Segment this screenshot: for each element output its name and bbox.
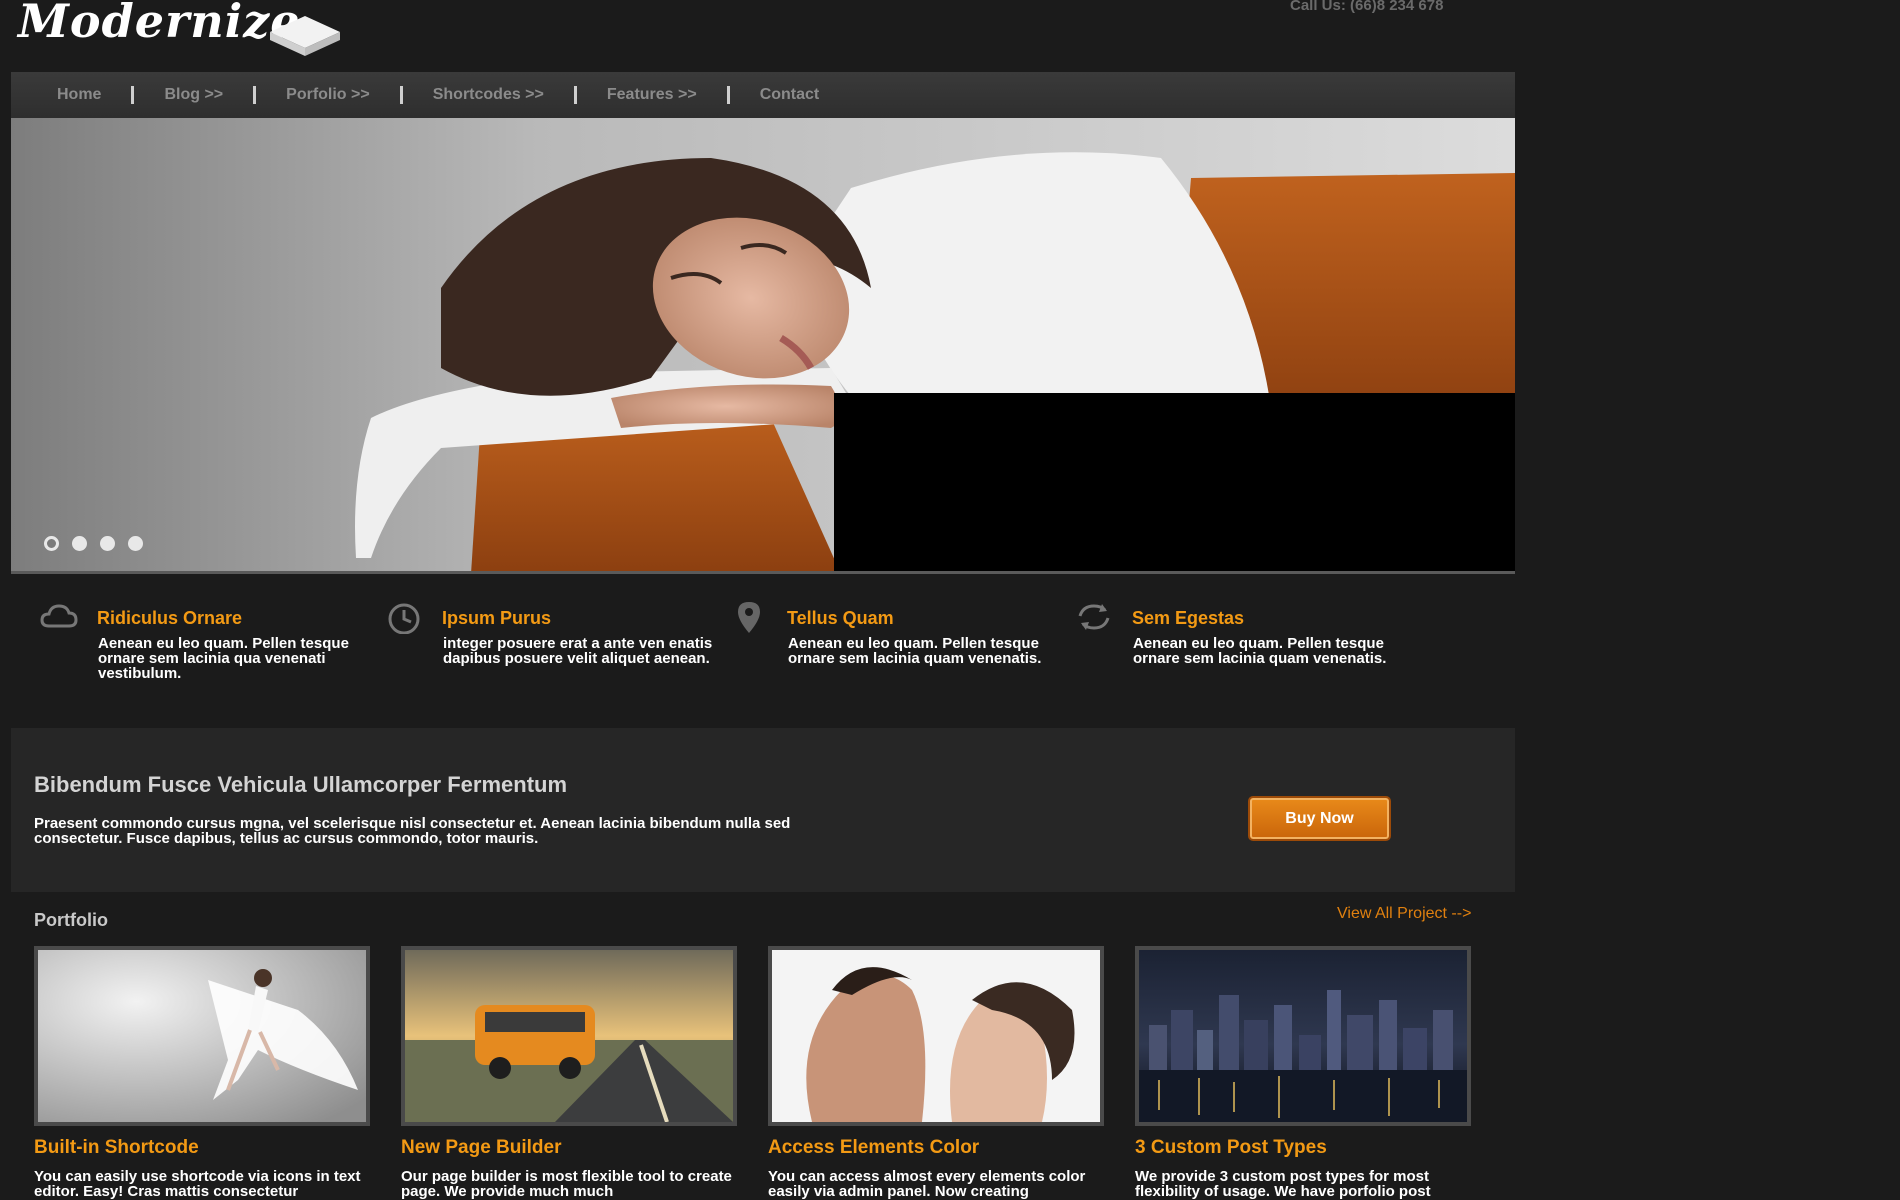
view-all-projects-link[interactable]: View All Project --> xyxy=(1337,905,1471,923)
buy-now-button[interactable]: Buy Now xyxy=(1248,796,1391,841)
slide-caption-box xyxy=(834,393,1515,571)
portfolio-item-title[interactable]: Access Elements Color xyxy=(768,1137,1108,1159)
feature-title: Tellus Quam xyxy=(787,608,894,628)
city-night-image xyxy=(1139,950,1467,1122)
portfolio-thumbnail[interactable] xyxy=(768,946,1104,1126)
feature-title: Ridiculus Ornare xyxy=(97,608,243,628)
features-row: Ridiculus Ornare Aenean eu leo quam. Pel… xyxy=(36,598,1516,688)
cloud-icon xyxy=(40,604,78,628)
main-nav: Home Blog >> Porfolio >> Shortcodes >> F… xyxy=(11,72,1515,118)
couple-image xyxy=(772,950,1100,1122)
portfolio-item: Access Elements Color You can access alm… xyxy=(768,946,1108,1199)
nav-features[interactable]: Features >> xyxy=(607,86,697,104)
site-logo[interactable]: Modernize xyxy=(18,0,301,48)
portfolio-item: New Page Builder Our page builder is mos… xyxy=(401,946,741,1199)
feature-title: Ipsum Purus xyxy=(442,608,552,628)
slider-dot[interactable] xyxy=(100,536,115,551)
portfolio-thumbnail[interactable] xyxy=(401,946,737,1126)
map-pin-icon xyxy=(738,602,760,633)
nav-divider xyxy=(131,86,135,104)
portfolio-item: 3 Custom Post Types We provide 3 custom … xyxy=(1135,946,1475,1199)
nav-divider xyxy=(253,86,257,104)
feature-title: Sem Egestas xyxy=(1132,608,1245,628)
bus-image xyxy=(405,950,733,1122)
portfolio-item-text: You can access almost every elements col… xyxy=(768,1168,1086,1200)
nav-divider xyxy=(399,86,403,104)
portfolio-item-title[interactable]: Built-in Shortcode xyxy=(34,1137,374,1159)
clock-icon xyxy=(388,603,420,634)
portfolio-thumbnail[interactable] xyxy=(34,946,370,1126)
feature-text: Aenean eu leo quam. Pellen tesque ornare… xyxy=(1133,635,1387,667)
dancer-image xyxy=(38,950,366,1122)
slider-pagination xyxy=(44,536,143,551)
call-us-text: Call Us: (66)8 234 678 xyxy=(1290,0,1444,14)
nav-home[interactable]: Home xyxy=(57,86,101,104)
header: Modernize Call Us: (66)8 234 678 xyxy=(0,0,1515,72)
slider-dot[interactable] xyxy=(72,536,87,551)
cta-text: Praesent commondo cursus mgna, vel scele… xyxy=(34,815,791,847)
nav-shortcodes[interactable]: Shortcodes >> xyxy=(433,86,544,104)
hero-slider[interactable] xyxy=(11,118,1515,574)
portfolio-item-title[interactable]: New Page Builder xyxy=(401,1137,741,1159)
slider-dot[interactable] xyxy=(44,536,59,551)
page: Modernize Call Us: (66)8 234 678 Home Bl… xyxy=(0,0,1900,1200)
cta-title: Bibendum Fusce Vehicula Ullamcorper Ferm… xyxy=(34,772,568,797)
nav-blog[interactable]: Blog >> xyxy=(164,86,223,104)
portfolio-item-text: We provide 3 custom post types for most … xyxy=(1135,1168,1431,1200)
nav-divider xyxy=(726,86,730,104)
feature-text: integer posuere erat a ante ven enatis d… xyxy=(443,635,713,667)
nav-contact[interactable]: Contact xyxy=(760,86,820,104)
portfolio-thumbnail[interactable] xyxy=(1135,946,1471,1126)
feature-text: Aenean eu leo quam. Pellen tesque ornare… xyxy=(98,635,349,682)
refresh-icon xyxy=(1078,604,1110,630)
nav-divider xyxy=(573,86,577,104)
portfolio-item-title[interactable]: 3 Custom Post Types xyxy=(1135,1137,1475,1159)
feature-text: Aenean eu leo quam. Pellen tesque ornare… xyxy=(788,635,1042,667)
logo-diamond-icon xyxy=(270,16,340,56)
portfolio-item-text: Our page builder is most flexible tool t… xyxy=(401,1168,732,1200)
slider-dot[interactable] xyxy=(128,536,143,551)
portfolio-item: Built-in Shortcode You can easily use sh… xyxy=(34,946,374,1199)
portfolio-heading: Portfolio xyxy=(34,910,108,930)
call-to-action: Bibendum Fusce Vehicula Ullamcorper Ferm… xyxy=(11,728,1515,892)
portfolio-item-text: You can easily use shortcode via icons i… xyxy=(34,1168,361,1200)
nav-portfolio[interactable]: Porfolio >> xyxy=(286,86,370,104)
